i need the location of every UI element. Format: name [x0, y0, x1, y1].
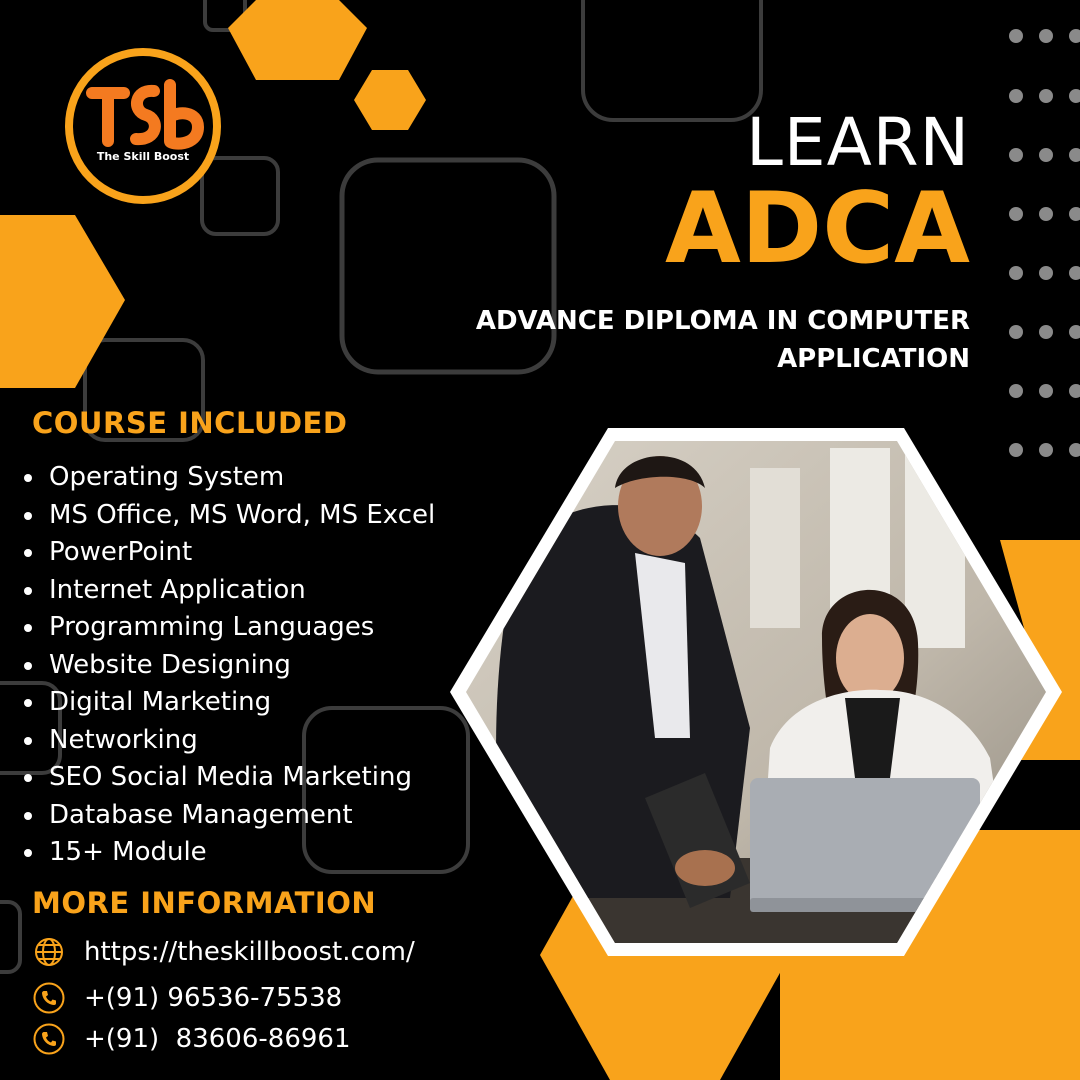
course-list: Operating System MS Office, MS Word, MS … [22, 459, 435, 872]
list-item: Operating System [22, 459, 435, 497]
phone-number-2[interactable]: +(91) 83606-86961 [84, 1024, 351, 1054]
phone-row-2[interactable]: +(91) 83606-86961 [32, 1019, 351, 1059]
website-row[interactable]: https://theskillboost.com/ [32, 932, 415, 972]
list-item: Website Designing [22, 647, 435, 685]
list-item: Database Management [22, 797, 435, 835]
more-information-heading: MORE INFORMATION [32, 886, 377, 920]
phone-row-1[interactable]: +(91) 96536-75538 [32, 978, 342, 1018]
phone-number-1[interactable]: +(91) 96536-75538 [84, 983, 342, 1013]
course-full-name: ADVANCE DIPLOMA IN COMPUTER APPLICATION [410, 302, 970, 378]
hexagon-photo [450, 428, 1062, 956]
list-item: 15+ Module [22, 834, 435, 872]
list-item: PowerPoint [22, 534, 435, 572]
list-item: MS Office, MS Word, MS Excel [22, 497, 435, 535]
list-item: SEO Social Media Marketing [22, 759, 435, 797]
list-item: Internet Application [22, 572, 435, 610]
website-link[interactable]: https://theskillboost.com/ [84, 937, 415, 967]
list-item: Networking [22, 722, 435, 760]
headline: LEARN ADCA [665, 104, 970, 286]
subtitle-line-1: ADVANCE DIPLOMA IN COMPUTER [475, 306, 970, 336]
course-included-heading: COURSE INCLUDED [32, 406, 348, 440]
headline-course: ADCA [665, 172, 970, 286]
list-item: Digital Marketing [22, 684, 435, 722]
phone-icon [32, 981, 66, 1015]
poster: The Skill Boost LEARN ADCA ADVANCE DIPLO… [0, 0, 1080, 1080]
globe-icon [32, 935, 66, 969]
list-item: Programming Languages [22, 609, 435, 647]
phone-icon [32, 1022, 66, 1056]
headline-learn: LEARN [746, 104, 970, 181]
logo-tagline: The Skill Boost [96, 150, 190, 163]
subtitle-line-2: APPLICATION [777, 344, 970, 374]
tsb-logo [65, 48, 221, 204]
